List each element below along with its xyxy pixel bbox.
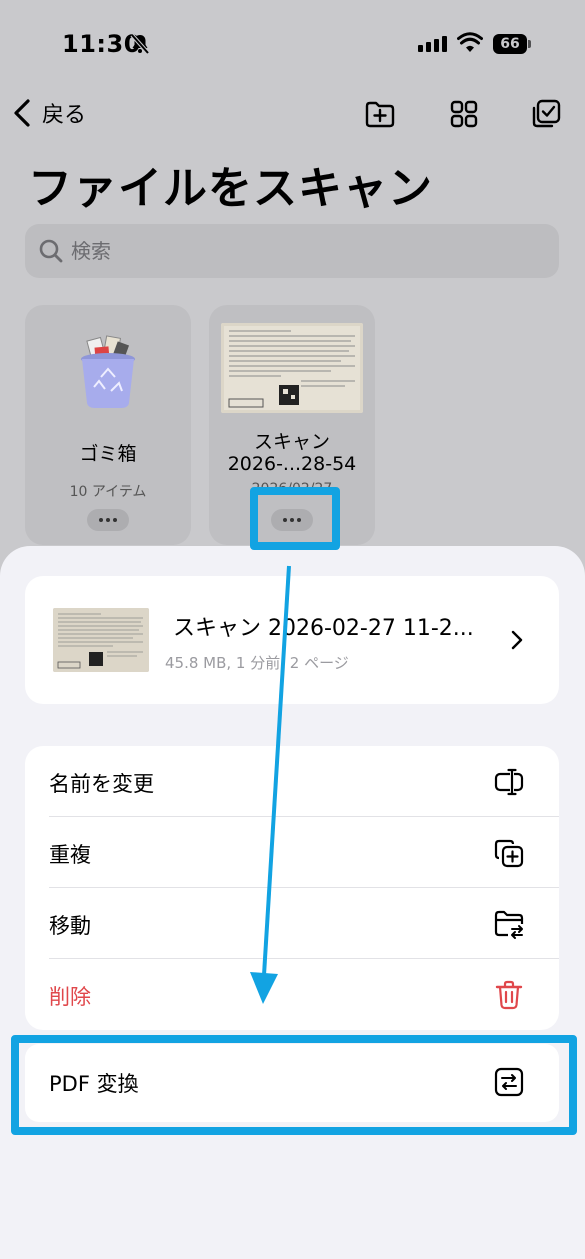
trash-icon — [495, 980, 523, 1010]
chevron-left-icon — [14, 99, 30, 127]
scan-thumbnail — [221, 323, 363, 413]
menu-item-duplicate[interactable]: 重複 — [25, 817, 559, 888]
rename-icon — [494, 768, 524, 796]
wifi-icon — [457, 32, 483, 52]
file-info-row[interactable]: スキャン 2026-02-27 11-2... 45.8 MB, 1 分前, 2… — [25, 576, 559, 704]
menu-item-label: 重複 — [49, 843, 91, 867]
menu-item-label: 削除 — [49, 985, 91, 1009]
menu-item-label: 名前を変更 — [49, 772, 154, 796]
search-input[interactable] — [71, 239, 531, 263]
page-title: ファイルをスキャン — [28, 163, 433, 214]
file-name: ゴミ箱 — [79, 443, 137, 465]
new-folder-icon[interactable] — [364, 98, 396, 130]
select-icon[interactable] — [530, 98, 562, 130]
file-item-count: 10 アイテム — [69, 484, 147, 500]
more-options-button[interactable] — [87, 509, 129, 531]
file-actions-menu: 名前を変更 重複 移動 削除 — [25, 746, 559, 1030]
grid-view-icon[interactable] — [448, 98, 480, 130]
file-card-trash[interactable]: ゴミ箱 10 アイテム — [25, 305, 191, 545]
duplicate-icon — [494, 839, 524, 868]
status-bar: 11:30 66 — [0, 0, 585, 92]
file-name-line1: スキャン — [253, 431, 330, 453]
highlight-pdf-convert — [11, 1035, 577, 1135]
battery-level: 66 — [493, 34, 527, 54]
highlight-more-button — [250, 487, 340, 550]
search-bar[interactable] — [25, 224, 559, 278]
back-label: 戻る — [42, 103, 87, 128]
file-name-line2: 2026-...28-54 — [227, 453, 357, 475]
menu-item-rename[interactable]: 名前を変更 — [25, 746, 559, 817]
back-button[interactable]: 戻る — [10, 96, 86, 130]
battery-icon: 66 — [493, 34, 531, 54]
recycle-bin-icon — [81, 335, 135, 408]
file-meta: 45.8 MB, 1 分前, 2 ページ — [165, 654, 349, 672]
menu-item-delete[interactable]: 削除 — [25, 959, 559, 1030]
file-thumbnail — [53, 608, 149, 672]
move-folder-icon — [494, 910, 524, 939]
silent-bell-icon — [130, 33, 150, 55]
chevron-right-icon — [511, 630, 523, 650]
cellular-signal-icon — [418, 34, 447, 52]
action-sheet: スキャン 2026-02-27 11-2... 45.8 MB, 1 分前, 2… — [0, 546, 585, 1259]
file-title: スキャン 2026-02-27 11-2... — [173, 616, 474, 641]
menu-item-label: 移動 — [49, 914, 91, 938]
menu-item-move[interactable]: 移動 — [25, 888, 559, 959]
search-icon — [39, 239, 63, 263]
